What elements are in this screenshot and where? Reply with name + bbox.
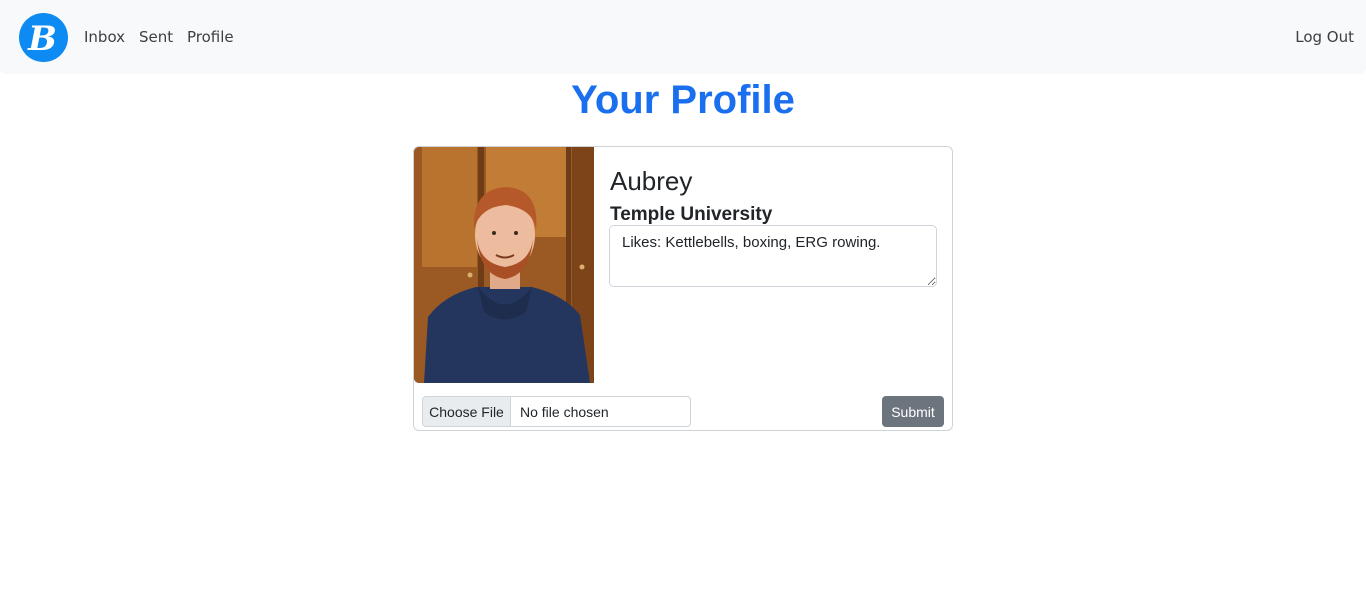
file-status-label: No file chosen xyxy=(520,403,609,420)
brand-logo-letter: B xyxy=(28,18,57,59)
navbar: B Inbox Sent Profile Log Out xyxy=(0,0,1366,74)
profile-photo xyxy=(414,147,594,383)
submit-button[interactable]: Submit xyxy=(882,396,944,427)
nav-link-inbox[interactable]: Inbox xyxy=(84,27,125,47)
logout-link[interactable]: Log Out xyxy=(1295,27,1354,47)
profile-card: Aubrey Temple University Likes: Kettlebe… xyxy=(413,146,953,431)
choose-file-button[interactable]: Choose File xyxy=(423,397,511,426)
nav-link-sent[interactable]: Sent xyxy=(139,27,173,47)
profile-name: Aubrey xyxy=(610,166,693,196)
profile-photo-image xyxy=(414,147,594,383)
photo-file-input[interactable]: Choose File No file chosen xyxy=(422,396,691,427)
nav-link-profile[interactable]: Profile xyxy=(187,27,234,47)
brand-logo[interactable]: B xyxy=(19,13,68,62)
bio-textarea[interactable]: Likes: Kettlebells, boxing, ERG rowing. xyxy=(609,225,937,287)
profile-school: Temple University xyxy=(610,204,773,225)
page-title: Your Profile xyxy=(571,78,795,122)
